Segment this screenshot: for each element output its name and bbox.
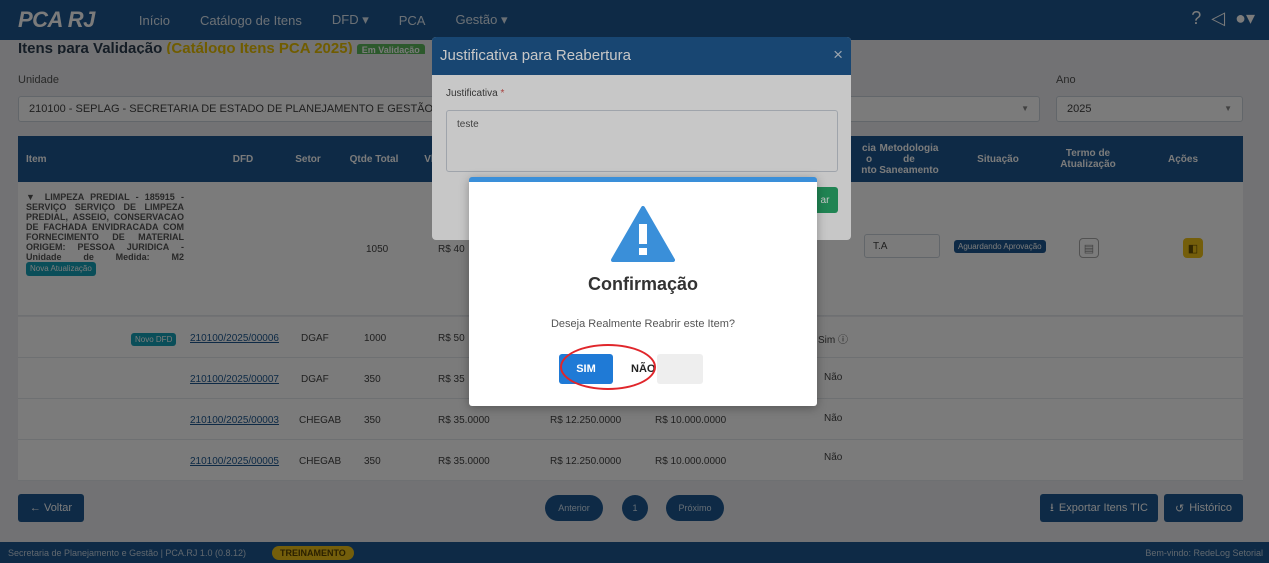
dialog-title: Confirmação [587, 274, 699, 294]
no-button[interactable]: NÃO [631, 354, 703, 384]
warning-icon [611, 206, 675, 262]
dialog-message: Deseja Realmente Reabrir este Item? [550, 318, 736, 330]
highlight-annotation [560, 344, 656, 390]
